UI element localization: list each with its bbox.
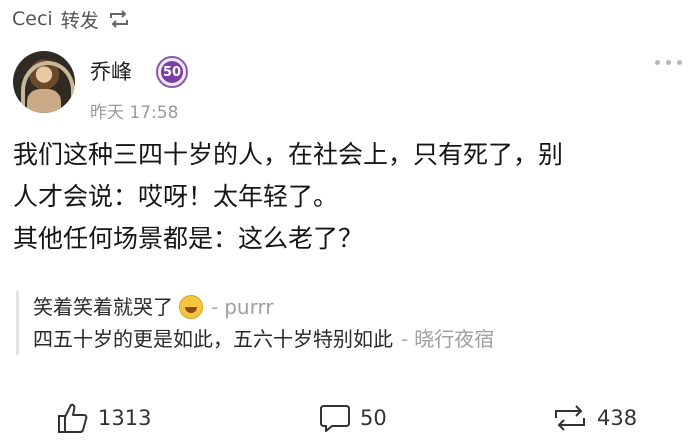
thumbs-up-icon (56, 401, 90, 435)
more-icon[interactable] (655, 60, 682, 65)
repost-icon (551, 403, 589, 433)
post-time: 昨天 17:58 (90, 103, 179, 123)
comment-author[interactable]: purrr (224, 291, 273, 323)
comment-button[interactable]: 50 (318, 398, 387, 438)
comment-separator: - (401, 327, 409, 351)
laughing-tears-emoji (179, 295, 203, 319)
like-button[interactable]: 1313 (56, 398, 151, 438)
repost-count: 438 (597, 406, 638, 430)
comment-text: 笑着笑着就哭了 (33, 295, 173, 319)
post-line: 人才会说：哎呀！太年轻了。 (13, 182, 339, 211)
repost-username[interactable]: Ceci (12, 8, 53, 30)
avatar[interactable] (13, 51, 75, 113)
comment-author[interactable]: 晓行夜宿 (414, 323, 494, 355)
comment-list: 笑着笑着就哭了 - purrr 四五十岁的更是如此，五六十岁特别如此 - 晓行夜… (16, 291, 673, 355)
like-count: 1313 (98, 406, 152, 430)
comment-count: 50 (360, 406, 387, 430)
level-badge-number: 50 (161, 61, 183, 83)
repost-icon (107, 8, 131, 30)
author-name[interactable]: 乔峰 (90, 56, 132, 86)
comment-separator: - (211, 295, 219, 319)
post-body: 我们这种三四十岁的人，在社会上，只有死了，别 人才会说：哎呀！太年轻了。 其他任… (13, 134, 683, 260)
repost-button[interactable]: 438 (551, 398, 637, 438)
post-line: 我们这种三四十岁的人，在社会上，只有死了，别 (13, 140, 564, 169)
level-badge[interactable]: 50 (156, 56, 188, 88)
comment-icon (318, 402, 352, 434)
repost-header: Ceci 转发 (12, 6, 131, 32)
repost-label: 转发 (60, 9, 99, 32)
post-line: 其他任何场景都是：这么老了？ (13, 224, 364, 253)
comment-text: 四五十岁的更是如此，五六十岁特别如此 (33, 327, 393, 351)
list-item[interactable]: 四五十岁的更是如此，五六十岁特别如此 - 晓行夜宿 (33, 323, 673, 355)
list-item[interactable]: 笑着笑着就哭了 - purrr (33, 291, 673, 323)
